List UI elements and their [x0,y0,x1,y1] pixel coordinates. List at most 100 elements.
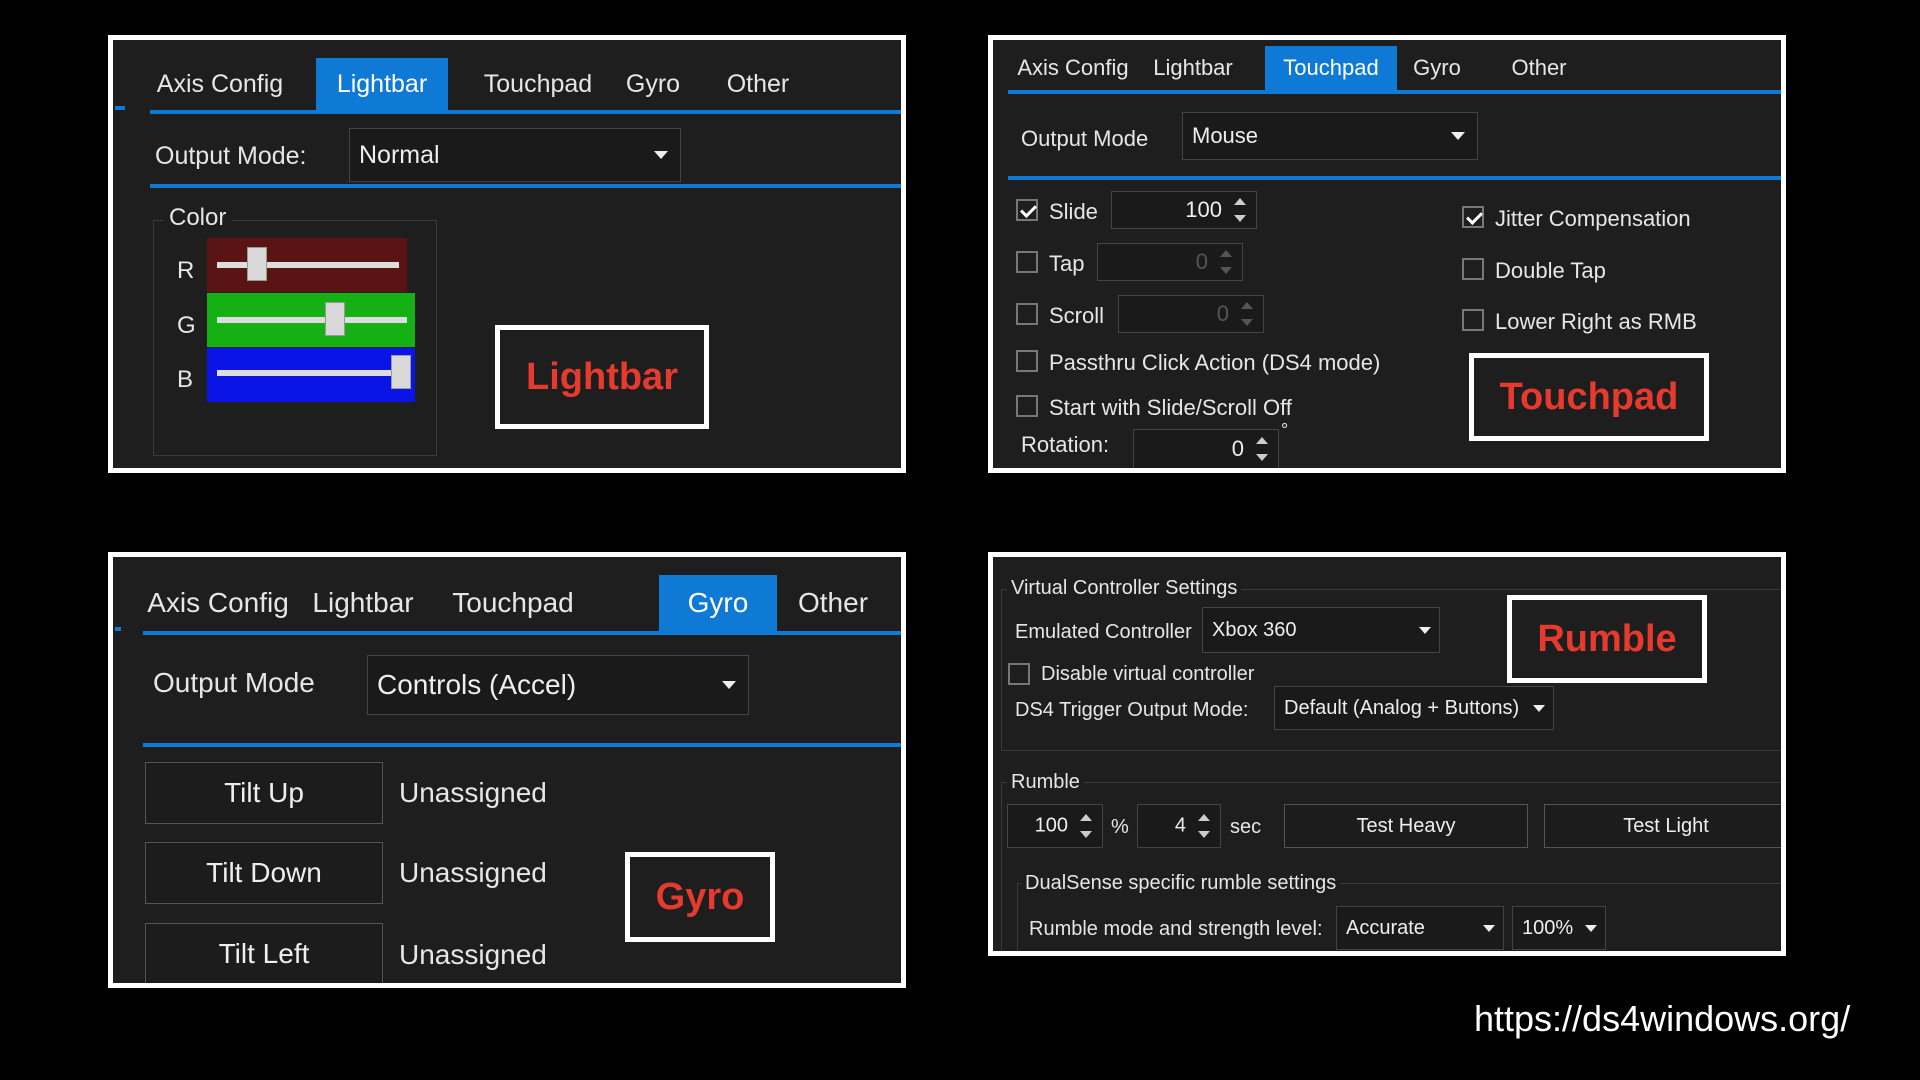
tilt-down-value: Unassigned [399,857,547,888]
percent-sign: % [1111,816,1129,838]
scroll-checkbox[interactable] [1016,303,1038,325]
output-mode-dropdown[interactable]: Normal [349,128,681,182]
rotation-value: 0 [1231,436,1244,461]
tab-lightbar[interactable]: Lightbar [303,575,423,631]
slide-stepper[interactable]: 100 [1111,191,1257,229]
rotation-stepper[interactable]: 0 [1133,429,1279,468]
tilt-up-value: Unassigned [399,777,547,808]
vc-group-label: Virtual Controller Settings [1007,577,1242,600]
rumble-strength-stepper[interactable]: 100 [1007,804,1103,848]
blue-slider-track [217,370,407,376]
emulated-controller-dropdown[interactable]: Xbox 360 [1202,607,1440,653]
scroll-value: 0 [1216,301,1229,326]
tab-stub [115,106,125,110]
disable-vc-checkbox[interactable] [1008,663,1030,685]
tab-touchpad[interactable]: Touchpad [1265,46,1397,90]
footer-url[interactable]: https://ds4windows.org/ [1474,998,1850,1040]
tab-touchpad[interactable]: Touchpad [433,575,593,631]
tap-value: 0 [1195,249,1208,274]
channel-r-label: R [177,257,195,284]
rumble-mode-value: Accurate [1346,916,1425,939]
disable-vc-label: Disable virtual controller [1041,663,1255,685]
slide-value: 100 [1185,197,1222,222]
rotation-unit: ° [1281,420,1289,440]
rumble-level-dropdown[interactable]: 100% [1512,906,1606,950]
jitter-label: Jitter Compensation [1495,206,1691,231]
stepper-arrows-icon[interactable] [1239,300,1257,328]
lightbar-panel: Axis Config Lightbar Touchpad Gyro Other… [108,35,906,473]
tab-other[interactable]: Other [1491,46,1587,90]
rumble-duration-stepper[interactable]: 4 [1137,804,1221,848]
test-light-button[interactable]: Test Light [1544,804,1781,848]
tab-underline [1008,90,1781,94]
stepper-arrows-icon[interactable] [1196,812,1214,840]
start-off-checkbox[interactable] [1016,395,1038,417]
stepper-arrows-icon[interactable] [1254,435,1272,463]
tab-gyro[interactable]: Gyro [1397,46,1477,90]
tab-gyro[interactable]: Gyro [613,58,693,110]
lightbar-callout: Lightbar [495,325,709,429]
lower-right-label: Lower Right as RMB [1495,309,1697,334]
double-tap-checkbox[interactable] [1462,258,1484,280]
trigger-mode-value: Default (Analog + Buttons) [1284,696,1520,719]
color-group-label: Color [163,204,233,232]
slide-label: Slide [1049,199,1098,224]
start-off-label: Start with Slide/Scroll Off [1049,395,1292,420]
passthru-checkbox[interactable] [1016,350,1038,372]
trigger-mode-dropdown[interactable]: Default (Analog + Buttons) [1274,686,1554,730]
tab-underline [150,110,901,114]
chevron-down-icon [722,681,736,689]
tab-touchpad[interactable]: Touchpad [463,58,613,110]
scroll-stepper[interactable]: 0 [1118,295,1264,333]
tilt-left-button[interactable]: Tilt Left [145,923,383,983]
chevron-down-icon [1451,132,1465,140]
channel-b-label: B [177,366,194,393]
tap-label: Tap [1049,251,1085,276]
section-divider [150,184,901,188]
rotation-label: Rotation: [1021,432,1110,457]
tilt-down-button[interactable]: Tilt Down [145,842,383,904]
tab-stub [115,627,121,631]
tab-gyro[interactable]: Gyro [659,575,777,631]
double-tap-label: Double Tap [1495,258,1606,283]
touchpad-panel: Axis Config Lightbar Touchpad Gyro Other… [988,35,1786,473]
output-mode-label: Output Mode: [155,142,307,170]
dualsense-group-label: DualSense specific rumble settings [1021,872,1341,895]
rumble-panel: Virtual Controller Settings Emulated Con… [988,552,1786,956]
slide-checkbox[interactable] [1016,199,1038,221]
stepper-arrows-icon[interactable] [1078,812,1096,840]
emulated-controller-value: Xbox 360 [1212,618,1297,641]
output-mode-label: Output Mode [1021,126,1149,151]
output-mode-dropdown[interactable]: Controls (Accel) [367,655,749,715]
red-slider-thumb[interactable] [247,247,267,281]
touchpad-callout: Touchpad [1469,353,1709,441]
sec-label: sec [1230,816,1262,838]
blue-slider-thumb[interactable] [391,355,411,389]
stepper-arrows-icon[interactable] [1232,196,1250,224]
tab-other[interactable]: Other [703,58,813,110]
tab-axis-config[interactable]: Axis Config [1008,46,1138,90]
section-divider [143,743,901,747]
rumble-callout: Rumble [1507,595,1707,683]
rumble-mode-label: Rumble mode and strength level: [1029,918,1323,940]
output-mode-label: Output Mode [153,667,315,698]
tap-checkbox[interactable] [1016,251,1038,273]
lower-right-checkbox[interactable] [1462,309,1484,331]
jitter-checkbox[interactable] [1462,206,1484,228]
tap-stepper[interactable]: 0 [1097,243,1243,281]
trigger-mode-label: DS4 Trigger Output Mode: [1015,699,1249,721]
tab-axis-config[interactable]: Axis Config [150,58,290,110]
red-slider-track [217,262,399,268]
green-slider-thumb[interactable] [325,302,345,336]
chevron-down-icon [1419,626,1431,634]
output-mode-dropdown[interactable]: Mouse [1182,112,1478,160]
passthru-label: Passthru Click Action (DS4 mode) [1049,350,1381,375]
tab-other[interactable]: Other [783,575,883,631]
test-heavy-button[interactable]: Test Heavy [1284,804,1528,848]
tilt-up-button[interactable]: Tilt Up [145,762,383,824]
tab-lightbar[interactable]: Lightbar [1143,46,1243,90]
rumble-mode-dropdown[interactable]: Accurate [1336,906,1504,950]
stepper-arrows-icon[interactable] [1218,248,1236,276]
tab-axis-config[interactable]: Axis Config [143,575,293,631]
tab-lightbar[interactable]: Lightbar [316,58,448,110]
